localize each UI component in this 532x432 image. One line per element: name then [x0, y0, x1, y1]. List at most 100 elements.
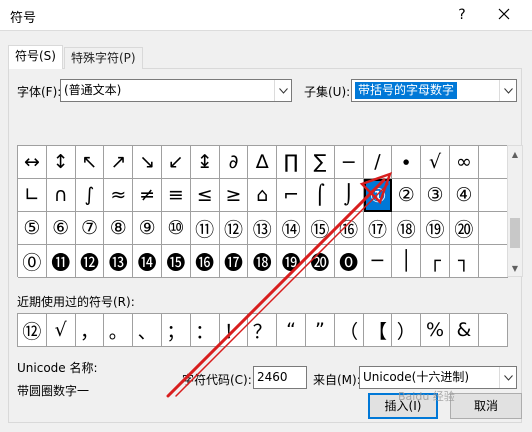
symbol-cell[interactable]: ⑮ [305, 212, 335, 245]
symbol-cell[interactable]: ⑥ [46, 212, 76, 245]
char-code-input[interactable]: 2460 [253, 366, 307, 389]
symbol-cell[interactable]: ⓯ [161, 245, 191, 278]
symbol-cell[interactable]: ≥ [219, 179, 249, 212]
recent-symbol-cell[interactable]: ？ [248, 314, 278, 347]
symbol-cell[interactable]: ∫ [75, 179, 105, 212]
recent-symbol-cell[interactable]: “ [277, 314, 306, 347]
symbol-cell[interactable]: ≤ [190, 179, 220, 212]
symbol-cell[interactable]: ⑫ [219, 212, 249, 245]
symbol-cell[interactable]: ⌠ [305, 179, 335, 212]
symbol-grid-scrollbar[interactable]: ▲ ▼ [507, 145, 523, 277]
scroll-up-icon[interactable]: ▲ [508, 146, 522, 162]
font-combo[interactable]: (普通文本) [60, 79, 292, 102]
symbol-cell[interactable]: ∏ [277, 146, 306, 179]
symbol-cell[interactable]: ⑰ [363, 212, 393, 245]
recent-symbol-cell[interactable]: 。 [104, 314, 134, 347]
symbol-cell[interactable]: ↕ [46, 146, 76, 179]
symbol-cell[interactable]: ⑩ [161, 212, 191, 245]
symbol-cell[interactable]: ⑱ [392, 212, 422, 245]
symbol-cell[interactable]: ∟ [18, 179, 47, 212]
symbol-cell[interactable]: ↗ [104, 146, 134, 179]
close-button[interactable] [484, 2, 524, 28]
symbol-cell[interactable]: ⓬ [75, 245, 105, 278]
recent-symbol-cell[interactable]: ） [392, 314, 422, 347]
symbol-cell[interactable]: ─ [363, 245, 393, 278]
recent-symbol-cell[interactable]: ： [190, 314, 220, 347]
symbol-cell[interactable]: ⑤ [18, 212, 47, 245]
symbol-cell[interactable]: ⓮ [133, 245, 162, 278]
subset-combo[interactable]: 带括号的字母数字 [351, 79, 517, 102]
symbol-cell[interactable]: ④ [449, 179, 479, 212]
recent-symbol-cell[interactable]: 、 [133, 314, 162, 347]
symbol-cell[interactable]: ⑦ [75, 212, 105, 245]
symbol-cell[interactable]: ↘ [133, 146, 162, 179]
symbol-cell[interactable] [478, 245, 508, 278]
symbol-cell[interactable]: √ [421, 146, 450, 179]
symbol-cell[interactable]: ∞ [449, 146, 479, 179]
symbol-cell[interactable]: ⓪ [18, 245, 47, 278]
symbol-cell[interactable]: ⓱ [219, 245, 249, 278]
symbol-cell[interactable]: ≡ [161, 179, 191, 212]
symbol-cell[interactable]: ⓰ [190, 245, 220, 278]
symbol-cell[interactable]: ⌐ [277, 179, 306, 212]
symbol-cell[interactable]: ⑭ [277, 212, 306, 245]
recent-symbol-cell[interactable]: 【 [363, 314, 393, 347]
symbol-cell[interactable]: ⓿ [334, 245, 364, 278]
recent-symbol-cell[interactable]: ； [161, 314, 191, 347]
recent-symbol-cell[interactable]: % [421, 314, 450, 347]
symbol-cell[interactable]: ≠ [133, 179, 162, 212]
symbol-cell[interactable]: ∩ [46, 179, 76, 212]
symbol-cell[interactable]: ┌ [421, 245, 450, 278]
symbol-cell[interactable]: ⓲ [248, 245, 278, 278]
symbol-cell[interactable]: ⓴ [305, 245, 335, 278]
recent-symbol-cell[interactable]: √ [46, 314, 76, 347]
symbol-cell[interactable]: ⑪ [190, 212, 220, 245]
symbol-cell[interactable] [478, 212, 508, 245]
symbol-cell[interactable]: ≈ [104, 179, 134, 212]
recent-symbol-cell[interactable]: & [449, 314, 479, 347]
from-combo[interactable]: Unicode(十六进制) [359, 366, 517, 389]
symbol-cell[interactable]: ⓳ [277, 245, 306, 278]
tab-symbols[interactable]: 符号(S) [8, 45, 63, 69]
symbol-cell[interactable]: ⑨ [133, 212, 162, 245]
symbol-cell[interactable]: ∑ [305, 146, 335, 179]
chevron-down-icon[interactable] [274, 80, 291, 101]
recent-symbol-cell[interactable]: ⑫ [18, 314, 47, 347]
recent-symbol-cell[interactable]: ， [75, 314, 105, 347]
symbol-cell[interactable]: ↔ [18, 146, 47, 179]
symbol-cell[interactable]: ∆ [248, 146, 278, 179]
symbol-cell[interactable]: ⓫ [46, 245, 76, 278]
cancel-button[interactable]: 取消 [450, 393, 522, 419]
symbol-cell[interactable]: ⑬ [248, 212, 278, 245]
symbol-cell[interactable]: ⑳ [449, 212, 479, 245]
recent-symbol-cell[interactable]: ！ [219, 314, 249, 347]
symbol-cell[interactable]: ↖ [75, 146, 105, 179]
symbol-cell[interactable]: ⌂ [248, 179, 278, 212]
recent-symbol-cell[interactable] [478, 314, 508, 347]
symbol-cell[interactable]: ⓭ [104, 245, 134, 278]
symbol-cell[interactable]: ∙ [392, 146, 422, 179]
symbol-cell[interactable]: ┐ [449, 245, 479, 278]
help-button[interactable]: ? [451, 5, 473, 25]
recent-symbol-cell[interactable]: ” [305, 314, 335, 347]
symbol-cell[interactable]: │ [392, 245, 422, 278]
scroll-thumb[interactable] [510, 218, 520, 248]
symbol-cell[interactable]: ② [392, 179, 422, 212]
symbol-cell[interactable] [478, 179, 508, 212]
symbol-cell-selected[interactable]: ① [363, 179, 393, 212]
tab-special-characters[interactable]: 特殊字符(P) [64, 47, 143, 69]
symbol-cell[interactable]: ∕ [363, 146, 393, 179]
symbol-cell[interactable]: − [334, 146, 364, 179]
chevron-down-icon[interactable] [499, 367, 516, 388]
symbol-cell[interactable]: ⑧ [104, 212, 134, 245]
scroll-down-icon[interactable]: ▼ [508, 260, 522, 276]
symbol-cell[interactable]: ⑲ [421, 212, 450, 245]
chevron-down-icon[interactable] [499, 80, 516, 101]
symbol-cell[interactable]: ↙ [161, 146, 191, 179]
insert-button[interactable]: 插入(I) [368, 393, 438, 419]
symbol-cell[interactable]: ∂ [219, 146, 249, 179]
symbol-cell[interactable] [478, 146, 508, 179]
symbol-cell[interactable]: ⌡ [334, 179, 364, 212]
symbol-cell[interactable]: ↨ [190, 146, 220, 179]
symbol-cell[interactable]: ⑯ [334, 212, 364, 245]
